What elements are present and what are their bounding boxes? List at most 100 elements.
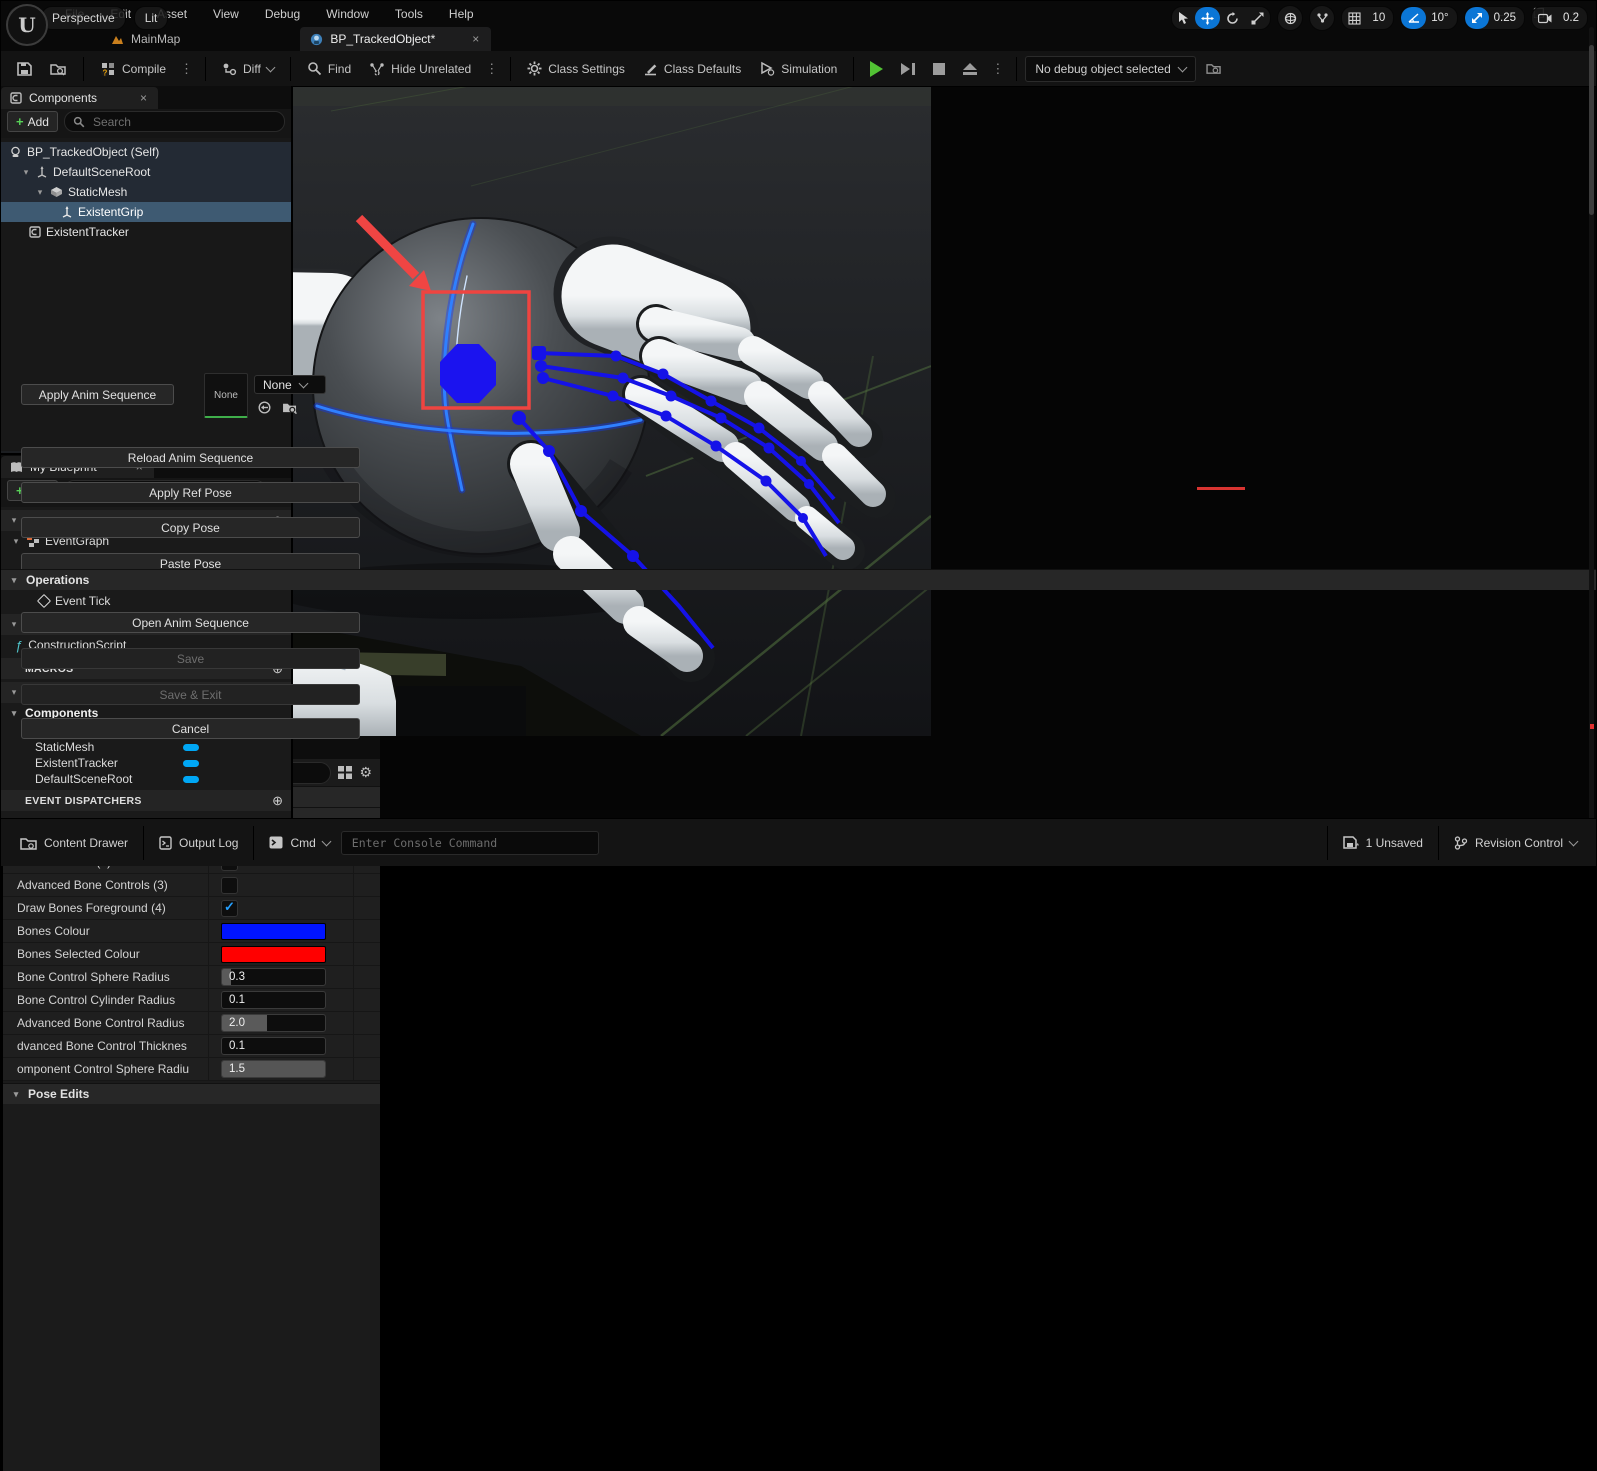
components-search-input[interactable] — [91, 114, 276, 130]
checkbox-unchecked[interactable] — [221, 877, 238, 894]
tab-bp-trackedobject[interactable]: BP_TrackedObject* × — [300, 27, 491, 51]
expander-arrow-icon[interactable]: ▾ — [35, 187, 45, 198]
menu-debug[interactable]: Debug — [253, 1, 312, 27]
option-row-advanced-bone-controls: Advanced Bone Controls (3) — [3, 874, 380, 897]
numeric-field[interactable]: 0.3 — [221, 968, 326, 986]
event-dispatchers-section-header[interactable]: EVENT DISPATCHERS ⊕ — [1, 790, 291, 811]
view-mode-dropdown[interactable]: Lit — [134, 26, 169, 30]
class-defaults-label: Class Defaults — [664, 62, 741, 76]
add-dispatcher-icon[interactable]: ⊕ — [272, 793, 283, 809]
console-command[interactable] — [341, 831, 599, 855]
frame-skip-button[interactable] — [893, 56, 923, 82]
color-swatch-blue[interactable] — [221, 923, 326, 940]
annotation-red-line — [1197, 487, 1245, 490]
chevron-down-icon — [1569, 836, 1579, 846]
diff-button[interactable]: Diff — [214, 56, 282, 82]
variable-type-pill[interactable] — [183, 760, 199, 767]
simulation-icon — [759, 61, 775, 76]
tab-close-icon[interactable]: × — [138, 91, 149, 105]
menu-view[interactable]: View — [201, 1, 251, 27]
reload-anim-sequence-button[interactable]: Reload Anim Sequence — [21, 447, 360, 468]
apply-ref-pose-button[interactable]: Apply Ref Pose — [21, 482, 360, 503]
pose-edits-section-header[interactable]: ▾ Pose Edits — [3, 1083, 380, 1104]
chevron-down-icon — [1177, 62, 1187, 72]
tab-components[interactable]: Components × — [1, 87, 158, 109]
compile-options-kebab[interactable]: ⋮ — [176, 61, 197, 77]
display-filter-icon[interactable] — [338, 766, 352, 779]
menu-tools[interactable]: Tools — [383, 1, 435, 27]
operations-section-header[interactable]: ▾ Operations — [1, 569, 1596, 590]
browse-to-asset-icon[interactable] — [282, 401, 298, 414]
save-button[interactable] — [9, 56, 40, 82]
anim-asset-thumbnail[interactable]: None — [204, 373, 248, 418]
output-log-icon — [159, 836, 172, 850]
use-selected-icon[interactable] — [257, 401, 272, 414]
browse-content-button[interactable] — [42, 56, 75, 82]
menu-window[interactable]: Window — [314, 1, 381, 27]
class-defaults-button[interactable]: Class Defaults — [635, 56, 749, 82]
anim-sequence-dropdown[interactable]: None — [254, 375, 326, 394]
numeric-field[interactable]: 1.5 — [221, 1060, 326, 1078]
event-icon — [37, 594, 51, 608]
expander-arrow-icon[interactable]: ▾ — [21, 167, 31, 178]
debug-browse-button[interactable] — [1198, 56, 1230, 82]
operations-label: Operations — [26, 573, 89, 587]
expander-arrow-icon[interactable]: ▾ — [9, 708, 19, 719]
add-label: Add — [28, 115, 49, 129]
compile-button[interactable]: ? Compile — [92, 56, 174, 82]
open-anim-sequence-button[interactable]: Open Anim Sequence — [21, 612, 360, 633]
eject-button[interactable] — [955, 56, 985, 82]
graph-options-kebab[interactable]: ⋮ — [481, 61, 502, 77]
save-button-disabled[interactable]: Save — [21, 648, 360, 669]
numeric-field[interactable]: 2.0 — [221, 1014, 326, 1032]
console-command-input[interactable] — [350, 835, 590, 851]
tab-close-icon[interactable]: × — [470, 32, 481, 46]
apply-anim-sequence-button[interactable]: Apply Anim Sequence — [21, 384, 174, 405]
stop-button[interactable] — [925, 56, 953, 82]
details-scrollbar[interactable] — [1589, 27, 1594, 862]
content-drawer-button[interactable]: Content Drawer — [9, 828, 139, 858]
class-settings-button[interactable]: Class Settings — [519, 56, 633, 82]
hide-unrelated-button[interactable]: Hide Unrelated — [361, 56, 479, 82]
output-log-button[interactable]: Output Log — [148, 828, 249, 858]
details-settings-gear-icon[interactable]: ⚙ — [359, 764, 372, 781]
cancel-button[interactable]: Cancel — [21, 718, 360, 739]
status-separator — [253, 826, 254, 860]
add-component-button[interactable]: +Add — [7, 111, 58, 132]
menu-help[interactable]: Help — [437, 1, 486, 27]
tree-item-existentgrip[interactable]: ExistentGrip — [1, 202, 291, 222]
play-options-kebab[interactable]: ⋮ — [987, 61, 1008, 77]
cmd-dropdown[interactable]: Cmd — [258, 828, 340, 858]
stop-icon — [933, 63, 945, 75]
toolbar-separator — [853, 57, 854, 81]
revision-control-button[interactable]: Revision Control — [1443, 828, 1588, 858]
copy-pose-button[interactable]: Copy Pose — [21, 517, 360, 538]
tree-item-staticmesh[interactable]: ▾ StaticMesh — [1, 182, 291, 202]
debug-object-dropdown[interactable]: No debug object selected — [1025, 56, 1195, 82]
color-swatch-red[interactable] — [221, 946, 326, 963]
perspective-dropdown[interactable]: Perspective — [41, 26, 126, 30]
variable-type-pill[interactable] — [183, 776, 199, 783]
variable-type-pill[interactable] — [183, 744, 199, 751]
variable-existenttracker[interactable]: ExistentTracker — [1, 755, 291, 771]
components-search[interactable] — [64, 111, 285, 132]
unsaved-assets-button[interactable]: * 1 Unsaved — [1332, 828, 1434, 858]
numeric-field[interactable]: 0.1 — [221, 1037, 326, 1055]
tree-item-self[interactable]: BP_TrackedObject (Self) — [1, 142, 291, 162]
unsaved-label: 1 Unsaved — [1366, 836, 1423, 850]
expander-arrow-icon[interactable]: ▾ — [11, 536, 21, 547]
tree-item-existenttracker[interactable]: ExistentTracker — [1, 222, 291, 242]
event-tick-item[interactable]: Event Tick — [1, 591, 291, 611]
find-button[interactable]: Find — [299, 56, 359, 82]
tree-item-defaultsceneroot[interactable]: ▾ DefaultSceneRoot — [1, 162, 291, 182]
variable-staticmesh[interactable]: StaticMesh — [1, 739, 291, 755]
scrollbar-thumb[interactable] — [1589, 45, 1594, 215]
save-exit-button-disabled[interactable]: Save & Exit — [21, 684, 360, 705]
checkbox-checked[interactable] — [221, 900, 238, 917]
play-button[interactable] — [862, 56, 891, 82]
numeric-field[interactable]: 0.1 — [221, 991, 326, 1009]
simulation-button[interactable]: Simulation — [751, 56, 845, 82]
variable-defaultsceneroot[interactable]: DefaultSceneRoot — [1, 771, 291, 787]
toolbar-separator — [290, 57, 291, 81]
variable-label: ExistentTracker — [35, 756, 118, 770]
